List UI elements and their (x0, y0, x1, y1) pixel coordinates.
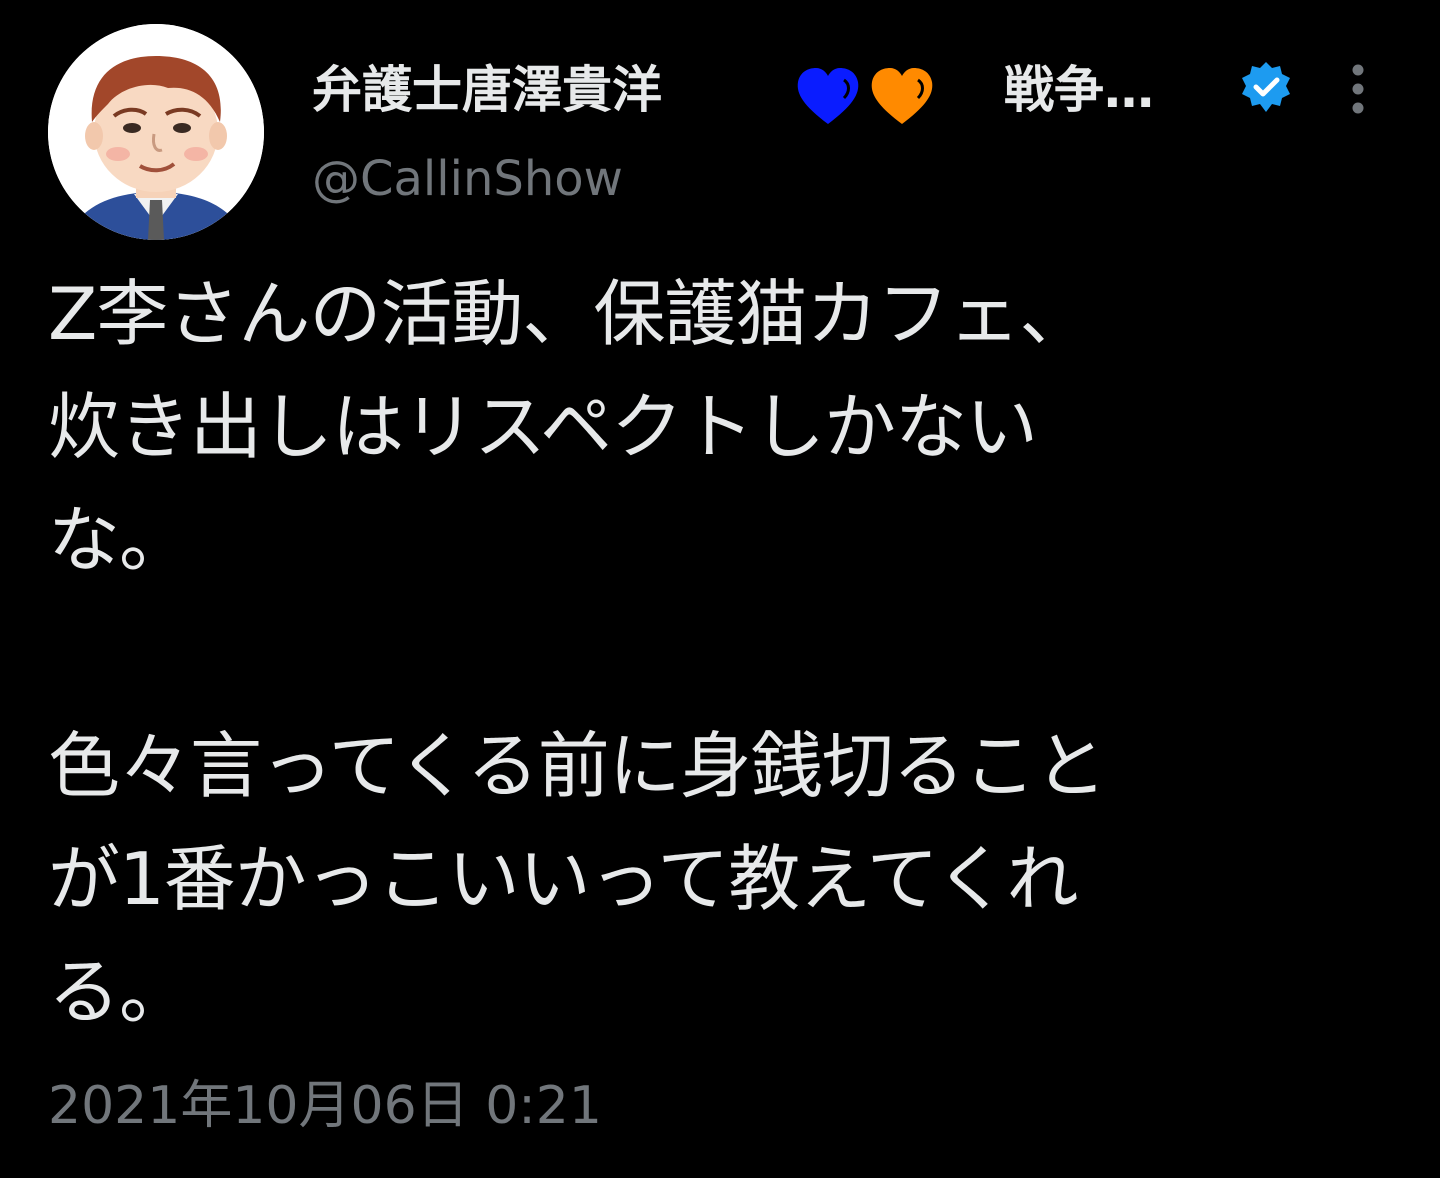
tweet-body-line: な。 (48, 498, 191, 582)
verified-badge-icon (1242, 62, 1290, 112)
orange-heart-icon (871, 68, 933, 124)
tweet-body-line: 炊き出しはリスペクトしかない (48, 385, 1038, 469)
tweet: 弁護士唐澤貴洋 戦争… @CallinShow Z李さんの活動、保護猫カフェ、 … (0, 0, 1440, 1178)
tweet-body-line: Z李さんの活動、保護猫カフェ、 (48, 272, 1091, 356)
display-name-suffix[interactable]: 戦争… (1004, 52, 1154, 128)
tweet-body: Z李さんの活動、保護猫カフェ、 炊き出しはリスペクトしかない な。 色々言ってく… (48, 258, 1388, 1049)
user-handle[interactable]: @CallinShow (312, 146, 623, 212)
more-options-button[interactable] (1328, 58, 1388, 124)
vertical-ellipsis-icon (1352, 64, 1364, 114)
blue-heart-icon (797, 68, 859, 124)
cartoon-man-portrait-avatar-icon (48, 24, 264, 240)
tweet-body-line: 色々言ってくる前に身銭切ること (48, 724, 1107, 808)
tweet-header: 弁護士唐澤貴洋 戦争… (312, 52, 1322, 132)
avatar[interactable] (48, 24, 264, 240)
tweet-body-line: る。 (48, 950, 191, 1034)
tweet-body-line: が1番かっこいいって教えてくれ (48, 837, 1078, 921)
tweet-timestamp[interactable]: 2021年10月06日 0:21 (48, 1068, 602, 1144)
display-name[interactable]: 弁護士唐澤貴洋 (312, 52, 662, 128)
paragraph-break (48, 597, 1388, 710)
